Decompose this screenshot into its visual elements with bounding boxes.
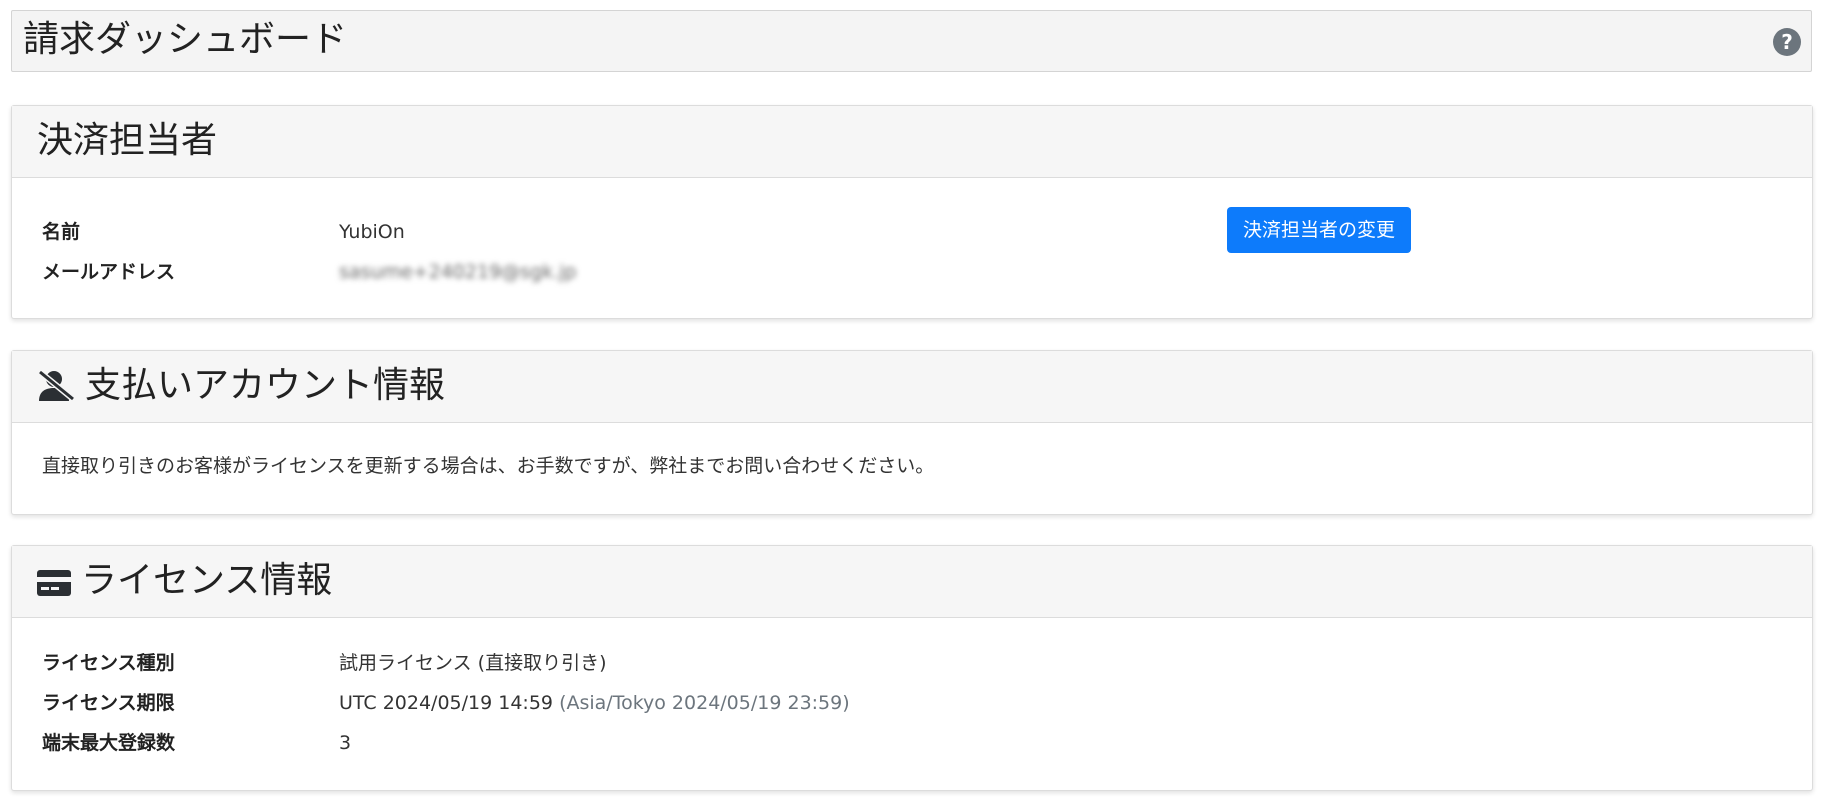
license-card-title: ライセンス情報 <box>37 560 332 606</box>
account-card-title: 支払いアカウント情報 <box>37 365 445 411</box>
account-card-header: 支払いアカウント情報 <box>12 351 1812 423</box>
license-expiry-utc: UTC 2024/05/19 14:59 <box>339 692 554 714</box>
license-expiry-value: UTC 2024/05/19 14:59 (Asia/Tokyo 2024/05… <box>339 691 850 715</box>
help-icon[interactable]: ? <box>1773 28 1801 56</box>
email-value: sasume+240219@sgk.jp <box>339 261 577 283</box>
payer-card-header: 決済担当者 <box>12 106 1812 178</box>
license-card: ライセンス情報 ライセンス種別 試用ライセンス (直接取り引き) ライセンス期限… <box>11 545 1813 791</box>
license-type-label: ライセンス種別 <box>42 652 175 674</box>
page-header: 請求ダッシュボード ? <box>11 10 1812 72</box>
license-card-header: ライセンス情報 <box>12 546 1812 618</box>
license-devices-label: 端末最大登録数 <box>42 732 176 754</box>
account-description: 直接取り引きのお客様がライセンスを更新する場合は、お手数ですが、弊社までお問い合… <box>42 455 935 477</box>
payer-card: 決済担当者 名前 YubiOn メールアドレス sasume+240219@sg… <box>11 105 1813 319</box>
change-payer-button[interactable]: 決済担当者の変更 <box>1227 207 1412 253</box>
page-title: 請求ダッシュボード <box>23 19 348 60</box>
email-label: メールアドレス <box>42 261 176 283</box>
credit-card-icon <box>37 564 71 606</box>
license-devices-value: 3 <box>339 732 352 754</box>
payer-card-title: 決済担当者 <box>37 120 218 161</box>
account-card: 支払いアカウント情報 直接取り引きのお客様がライセンスを更新する場合は、お手数で… <box>11 350 1813 515</box>
license-expiry-label: ライセンス期限 <box>42 692 175 714</box>
user-slash-icon <box>37 369 75 411</box>
name-value: YubiOn <box>339 221 405 243</box>
license-title-text: ライセンス情報 <box>81 560 333 601</box>
license-expiry-local: (Asia/Tokyo 2024/05/19 23:59) <box>559 692 850 714</box>
name-label: 名前 <box>42 221 81 243</box>
account-title-text: 支払いアカウント情報 <box>85 365 446 406</box>
license-type-value: 試用ライセンス (直接取り引き) <box>339 652 607 674</box>
